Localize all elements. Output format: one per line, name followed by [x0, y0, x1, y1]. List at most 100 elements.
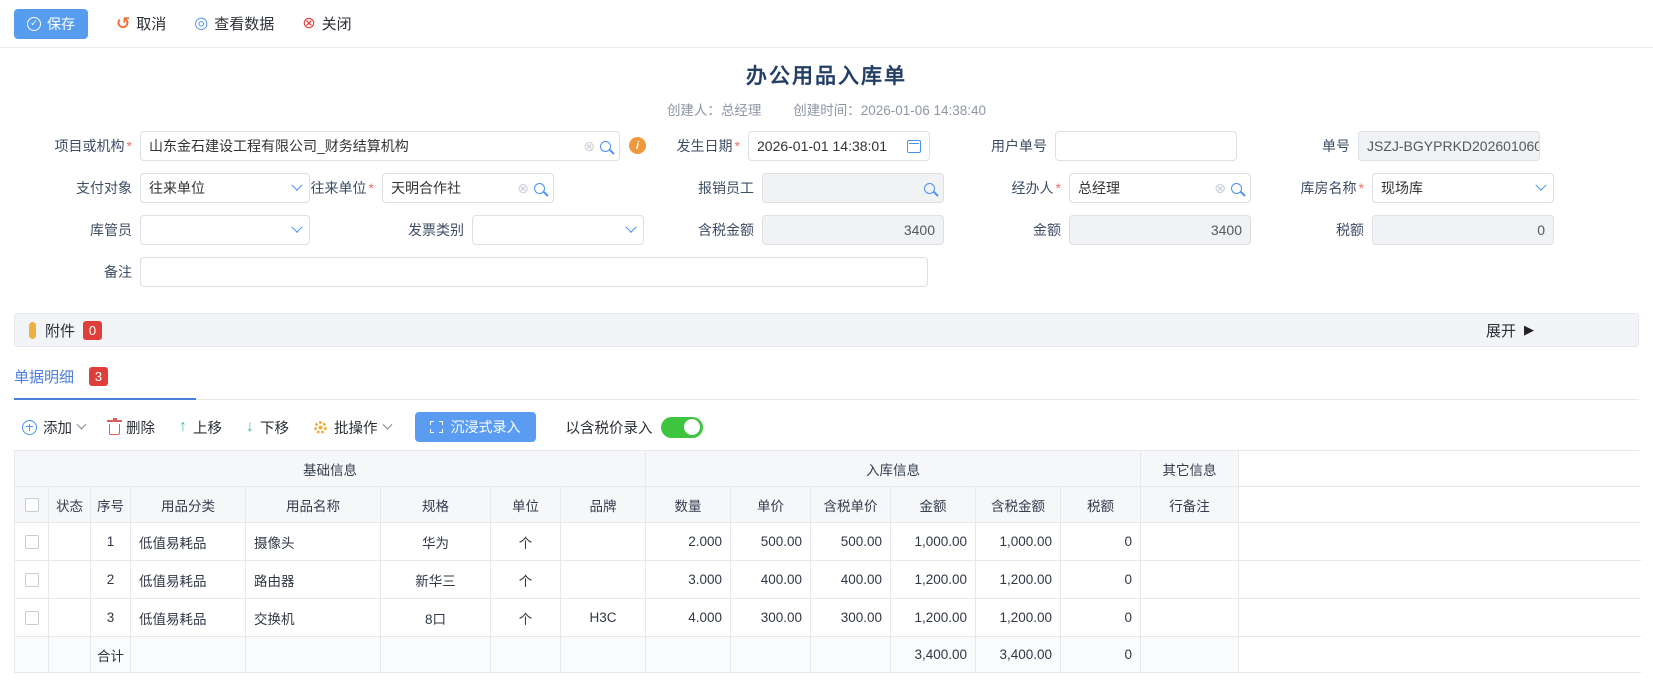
clear-icon[interactable]: [583, 139, 595, 153]
body-cell[interactable]: 300.00: [811, 599, 891, 637]
group-header-inbound: 入库信息: [646, 451, 1141, 487]
order-no-label: 单号: [1237, 136, 1358, 156]
tab-detail[interactable]: 单据明细 3: [14, 357, 196, 399]
body-cell[interactable]: 1,200.00: [976, 561, 1061, 599]
body-cell[interactable]: 2.000: [646, 523, 731, 561]
view-data-button[interactable]: 查看数据: [194, 13, 274, 34]
add-row-button[interactable]: 添加: [22, 417, 85, 438]
cancel-button-label: 取消: [136, 13, 166, 34]
move-down-button[interactable]: 下移: [246, 417, 289, 438]
save-button[interactable]: 保存: [14, 9, 88, 39]
body-cell[interactable]: 新华三: [381, 561, 491, 599]
tax-entry-toggle[interactable]: [661, 417, 703, 438]
body-cell[interactable]: [1141, 523, 1239, 561]
invoice-type-label: 发票类别: [310, 220, 472, 240]
row-checkbox-cell[interactable]: [15, 561, 49, 599]
search-icon[interactable]: [534, 183, 545, 194]
body-cell[interactable]: 低值易耗品: [131, 523, 246, 561]
close-circle-icon: [302, 16, 315, 32]
body-cell[interactable]: 1,000.00: [891, 523, 976, 561]
select-all-checkbox-cell[interactable]: [15, 487, 49, 523]
handler-label: 经办人: [944, 178, 1069, 198]
body-cell[interactable]: 摄像头: [246, 523, 381, 561]
expand-button[interactable]: 展开: [1486, 320, 1624, 341]
user-order-no-field[interactable]: [1055, 131, 1237, 161]
close-button[interactable]: 关闭: [302, 13, 351, 34]
batch-operation-button[interactable]: 批操作: [313, 417, 391, 438]
calendar-icon[interactable]: [907, 140, 921, 153]
body-cell[interactable]: [1141, 561, 1239, 599]
chevron-down-icon: [291, 180, 302, 191]
handler-field[interactable]: 总经理: [1069, 173, 1251, 203]
delete-row-button[interactable]: 删除: [109, 417, 155, 438]
fullscreen-brackets-icon: [430, 421, 443, 433]
search-icon[interactable]: [1231, 183, 1242, 194]
reimburse-employee-field[interactable]: [762, 173, 944, 203]
project-org-field[interactable]: 山东金石建设工程有限公司_财务结算机构: [140, 131, 620, 161]
body-cell[interactable]: 1,200.00: [891, 561, 976, 599]
body-cell[interactable]: 500.00: [811, 523, 891, 561]
invoice-type-select[interactable]: [472, 215, 644, 245]
body-cell[interactable]: 华为: [381, 523, 491, 561]
body-cell[interactable]: 1: [91, 523, 131, 561]
counterparty-field[interactable]: 天明合作社: [382, 173, 554, 203]
remark-field[interactable]: [140, 257, 928, 287]
warehouse-select[interactable]: 现场库: [1372, 173, 1554, 203]
table-row: 2低值易耗品路由器新华三个3.000400.00400.001,200.001,…: [14, 561, 1639, 599]
body-cell[interactable]: 路由器: [246, 561, 381, 599]
clear-icon[interactable]: [1214, 181, 1226, 195]
body-cell[interactable]: 1,000.00: [976, 523, 1061, 561]
body-cell[interactable]: 个: [491, 599, 561, 637]
body-cell[interactable]: [561, 523, 646, 561]
attachment-count-badge: 0: [83, 321, 102, 340]
tax-entry-toggle-group: 以含税价录入: [566, 417, 703, 438]
body-cell[interactable]: 3.000: [646, 561, 731, 599]
reimburse-employee-label: 报销员工: [554, 178, 762, 198]
clear-icon[interactable]: [517, 181, 529, 195]
body-cell[interactable]: 个: [491, 561, 561, 599]
body-cell[interactable]: 2: [91, 561, 131, 599]
body-cell[interactable]: 1,200.00: [891, 599, 976, 637]
body-cell[interactable]: [49, 599, 91, 637]
move-up-button[interactable]: 上移: [179, 417, 222, 438]
body-cell[interactable]: 0: [1061, 599, 1141, 637]
body-cell[interactable]: [49, 523, 91, 561]
check-circle-icon: [27, 17, 41, 31]
body-cell[interactable]: [49, 561, 91, 599]
row-checkbox-cell[interactable]: [15, 599, 49, 637]
body-cell[interactable]: 400.00: [731, 561, 811, 599]
body-cell[interactable]: 交换机: [246, 599, 381, 637]
pay-target-select[interactable]: 往来单位: [140, 173, 310, 203]
arrow-up-icon: [179, 419, 187, 435]
body-cell[interactable]: H3C: [561, 599, 646, 637]
occur-date-field[interactable]: 2026-01-01 14:38:01: [748, 131, 930, 161]
user-order-no-label: 用户单号: [930, 136, 1055, 156]
body-cell[interactable]: 4.000: [646, 599, 731, 637]
chevron-down-icon: [382, 419, 392, 429]
body-cell[interactable]: 低值易耗品: [131, 599, 246, 637]
body-cell[interactable]: 400.00: [811, 561, 891, 599]
body-cell[interactable]: 0: [1061, 561, 1141, 599]
chevron-down-icon: [625, 222, 636, 233]
body-cell[interactable]: [1141, 599, 1239, 637]
total-cell: [561, 637, 646, 673]
row-checkbox-cell[interactable]: [15, 523, 49, 561]
row-filler: [1239, 599, 1641, 637]
body-cell[interactable]: 1,200.00: [976, 599, 1061, 637]
warehouse-keeper-select[interactable]: [140, 215, 310, 245]
search-icon[interactable]: [600, 141, 611, 152]
body-cell[interactable]: 低值易耗品: [131, 561, 246, 599]
body-cell[interactable]: 个: [491, 523, 561, 561]
group-header-other: 其它信息: [1141, 451, 1239, 487]
triangle-right-icon: [1524, 322, 1534, 338]
body-cell[interactable]: 3: [91, 599, 131, 637]
total-cell: [811, 637, 891, 673]
search-icon[interactable]: [924, 183, 935, 194]
body-cell[interactable]: 0: [1061, 523, 1141, 561]
cancel-button[interactable]: 取消: [116, 13, 166, 34]
body-cell[interactable]: 500.00: [731, 523, 811, 561]
body-cell[interactable]: [561, 561, 646, 599]
body-cell[interactable]: 300.00: [731, 599, 811, 637]
body-cell[interactable]: 8口: [381, 599, 491, 637]
immersive-entry-button[interactable]: 沉浸式录入: [415, 412, 536, 442]
